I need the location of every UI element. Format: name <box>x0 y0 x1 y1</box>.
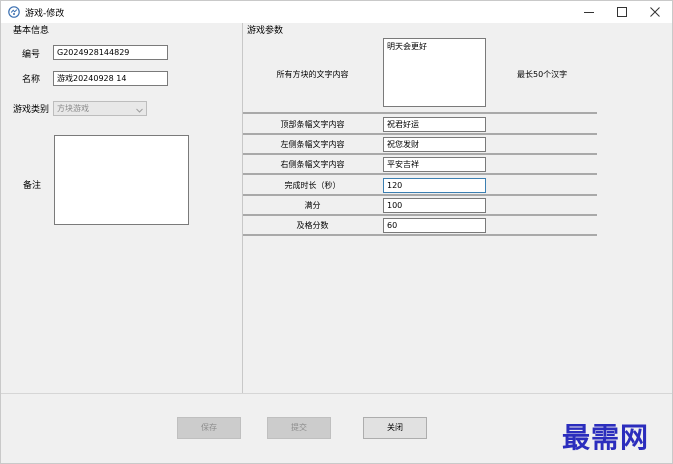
watermark-logo: 最需网 <box>562 421 650 454</box>
param-row-label-pass-score: 及格分数 <box>296 221 329 230</box>
chevron-down-icon <box>136 105 143 118</box>
row-separator <box>243 112 597 114</box>
block-text-textarea[interactable]: 明天会更好 <box>383 38 486 107</box>
submit-button[interactable]: 提交 <box>267 417 331 439</box>
param-row-label-right-banner: 右侧条幅文字内容 <box>280 160 345 169</box>
category-selected-value: 方块游戏 <box>57 104 89 113</box>
game-params-section-title: 游戏参数 <box>247 26 284 36</box>
edit-game-window: 游戏-修改 基本信息 编号 G2024928144829 名称 游戏202409… <box>0 0 673 464</box>
param-row-label-top-banner: 顶部条幅文字内容 <box>280 120 345 129</box>
row-separator <box>243 234 597 236</box>
duration-input[interactable]: 120 <box>383 178 486 193</box>
window-title: 游戏-修改 <box>25 9 65 19</box>
full-score-input[interactable]: 100 <box>383 198 486 213</box>
left-banner-input[interactable]: 祝您发财 <box>383 137 486 152</box>
minimize-button[interactable] <box>572 1 606 23</box>
param-row-label-full-score: 满分 <box>304 201 321 210</box>
app-icon <box>8 6 20 18</box>
basic-info-section-title: 基本信息 <box>13 26 50 36</box>
row-separator <box>243 133 597 135</box>
row-separator <box>243 214 597 216</box>
param-row-label-left-banner: 左侧条幅文字内容 <box>280 140 345 149</box>
title-bar[interactable]: 游戏-修改 <box>1 1 672 23</box>
footer-divider <box>1 393 672 394</box>
pass-score-input[interactable]: 60 <box>383 218 486 233</box>
row-separator <box>243 194 597 196</box>
close-button[interactable]: 关闭 <box>363 417 427 439</box>
remark-label: 备注 <box>23 181 42 191</box>
row-separator <box>243 173 597 175</box>
id-input[interactable]: G2024928144829 <box>53 45 168 60</box>
name-input[interactable]: 游戏20240928 14 <box>53 71 168 86</box>
right-banner-input[interactable]: 平安吉祥 <box>383 157 486 172</box>
top-banner-input[interactable]: 祝君好运 <box>383 117 486 132</box>
category-select[interactable]: 方块游戏 <box>53 101 147 116</box>
block-text-hint: 最长50个汉字 <box>517 70 568 79</box>
close-window-button[interactable] <box>638 1 672 23</box>
row-separator <box>243 153 597 155</box>
form-client-area: 基本信息 编号 G2024928144829 名称 游戏20240928 14 … <box>1 23 672 463</box>
name-label: 名称 <box>22 75 41 85</box>
maximize-icon <box>617 7 627 17</box>
id-label: 编号 <box>22 50 41 60</box>
block-text-label: 所有方块的文字内容 <box>276 70 349 79</box>
param-row-label-duration: 完成时长（秒） <box>284 181 341 190</box>
save-button[interactable]: 保存 <box>177 417 241 439</box>
remark-textarea[interactable] <box>54 135 189 225</box>
category-label: 游戏类别 <box>13 105 50 115</box>
minimize-icon <box>584 12 594 13</box>
close-icon <box>650 7 660 17</box>
maximize-button[interactable] <box>605 1 639 23</box>
